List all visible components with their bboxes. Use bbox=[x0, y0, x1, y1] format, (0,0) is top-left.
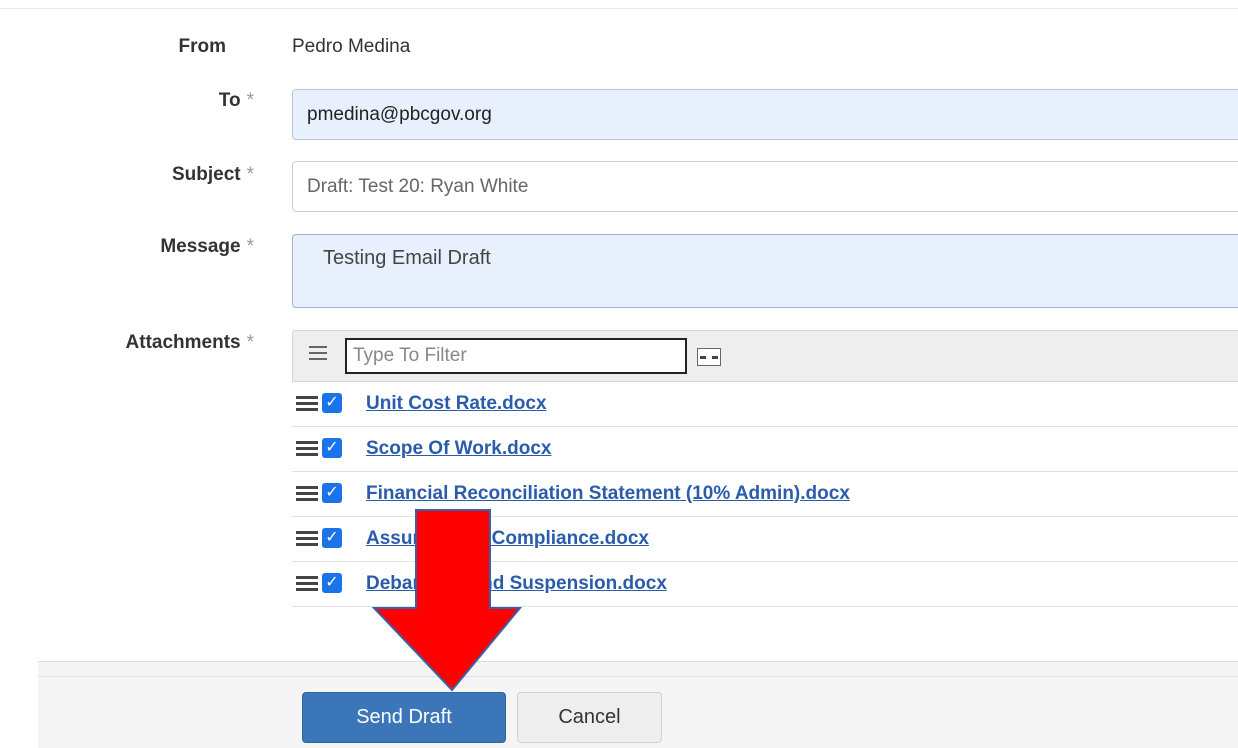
required-marker: * bbox=[246, 164, 254, 185]
attachment-link[interactable]: Assurance of Compliance.docx bbox=[366, 528, 649, 550]
drag-handle-icon[interactable] bbox=[296, 576, 318, 592]
attachment-link[interactable]: Debarment and Suspension.docx bbox=[366, 573, 667, 595]
attachment-row: ✓ Unit Cost Rate.docx bbox=[292, 382, 1238, 427]
attachment-link[interactable]: Unit Cost Rate.docx bbox=[366, 393, 547, 415]
attachment-row: ✓ Debarment and Suspension.docx bbox=[292, 562, 1238, 607]
attachment-list: ✓ Unit Cost Rate.docx ✓ Scope Of Work.do… bbox=[292, 382, 1238, 607]
attachments-toolbar bbox=[292, 330, 1238, 382]
subject-field[interactable]: Draft: Test 20: Ryan White bbox=[292, 161, 1238, 212]
to-field[interactable]: pmedina@pbcgov.org bbox=[292, 89, 1238, 140]
required-marker: * bbox=[246, 90, 254, 111]
attachment-row: ✓ Scope Of Work.docx bbox=[292, 427, 1238, 472]
drag-handle-icon[interactable] bbox=[296, 531, 318, 547]
drag-handle-icon[interactable] bbox=[296, 396, 318, 412]
attachment-row: ✓ Assurance of Compliance.docx bbox=[292, 517, 1238, 562]
drag-handle-icon[interactable] bbox=[296, 441, 318, 457]
message-label: Message * bbox=[160, 236, 254, 257]
subject-label: Subject * bbox=[171, 164, 254, 185]
checkbox-checked-icon[interactable]: ✓ bbox=[322, 528, 342, 548]
checkbox-checked-icon[interactable]: ✓ bbox=[322, 483, 342, 503]
filter-input[interactable] bbox=[345, 338, 687, 374]
attachment-link[interactable]: Scope Of Work.docx bbox=[366, 438, 551, 460]
top-divider bbox=[0, 8, 1238, 9]
attachments-label: Attachments * bbox=[125, 332, 254, 353]
required-marker: * bbox=[246, 332, 254, 353]
attachment-link[interactable]: Financial Reconciliation Statement (10% … bbox=[366, 483, 850, 505]
send-draft-button[interactable]: Send Draft bbox=[302, 692, 506, 743]
to-label: To * bbox=[218, 90, 254, 111]
hamburger-icon[interactable] bbox=[309, 343, 327, 365]
checkbox-checked-icon[interactable]: ✓ bbox=[322, 573, 342, 593]
from-value: Pedro Medina bbox=[292, 36, 411, 57]
drag-handle-icon[interactable] bbox=[296, 486, 318, 502]
footer-divider bbox=[38, 676, 1238, 677]
from-label: From bbox=[178, 36, 227, 57]
expand-icon[interactable] bbox=[697, 348, 721, 366]
checkbox-checked-icon[interactable]: ✓ bbox=[322, 393, 342, 413]
cancel-button[interactable]: Cancel bbox=[517, 692, 662, 743]
message-field[interactable]: Testing Email Draft bbox=[292, 234, 1238, 308]
required-marker: * bbox=[246, 236, 254, 257]
checkbox-checked-icon[interactable]: ✓ bbox=[322, 438, 342, 458]
attachment-row: ✓ Financial Reconciliation Statement (10… bbox=[292, 472, 1238, 517]
